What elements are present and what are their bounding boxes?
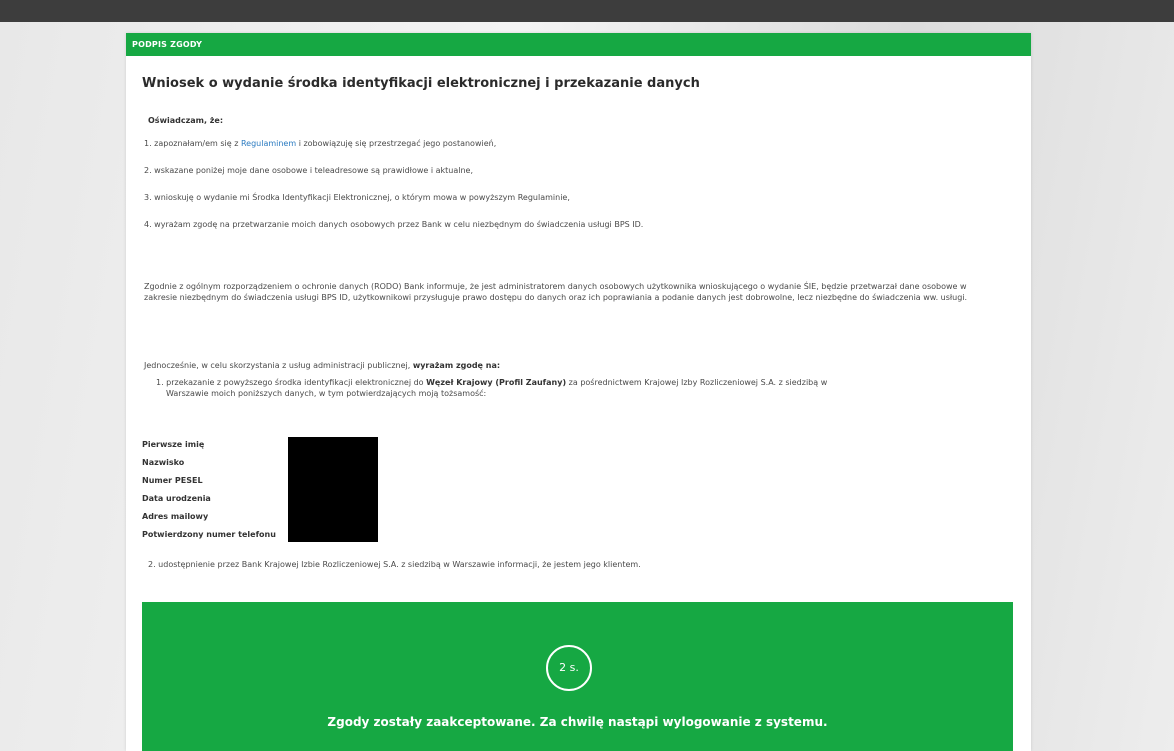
consent-intro-bold: wyrażam zgodę na: xyxy=(412,361,501,370)
consent-item-1-target: Węzeł Krajowy (Profil Zaufany) xyxy=(426,378,567,387)
consent-item-1: 1. przekazanie z powyższego środka ident… xyxy=(156,377,827,388)
field-label-surname: Nazwisko xyxy=(142,458,185,467)
consent-item-1-suffix: za pośrednictwem Krajowej Izby Rozliczen… xyxy=(566,378,828,387)
field-label-pesel: Numer PESEL xyxy=(142,476,203,485)
declaration-item-3: 3. wnioskuję o wydanie mi Środka Identyf… xyxy=(144,193,570,202)
declaration-item-1: 1. zapoznałam/em się z Regulaminem i zob… xyxy=(144,138,496,149)
consent-item-1-line-2: Warszawie moich poniższych danych, w tym… xyxy=(166,389,487,398)
field-label-first-name: Pierwsze imię xyxy=(142,440,205,449)
declaration-item-2: 2. wskazane poniżej moje dane osobowe i … xyxy=(144,166,474,175)
browser-top-bar xyxy=(0,0,1174,22)
declaration-heading: Oświadczam, że: xyxy=(148,116,224,125)
regulamin-link[interactable]: Regulaminem xyxy=(241,139,296,148)
success-banner: 2 s. Zgody zostały zaakceptowane. Za chw… xyxy=(142,602,1013,751)
consent-item-2: 2. udostępnienie przez Bank Krajowej Izb… xyxy=(148,560,641,569)
consent-intro: Jednocześnie, w celu skorzystania z usłu… xyxy=(144,360,500,371)
panel-header: PODPIS ZGODY xyxy=(126,33,1031,56)
consent-panel: PODPIS ZGODY Wniosek o wydanie środka id… xyxy=(126,33,1031,751)
declaration-item-1-prefix: 1. zapoznałam/em się z xyxy=(144,139,241,148)
declaration-item-1-suffix: i zobowiązuję się przestrzegać jego post… xyxy=(296,139,497,148)
field-label-phone: Potwierdzony numer telefonu xyxy=(142,530,276,539)
redacted-personal-data xyxy=(288,437,378,542)
field-label-email: Adres mailowy xyxy=(142,512,209,521)
rodo-notice: Zgodnie z ogólnym rozporządzeniem o ochr… xyxy=(144,282,968,302)
success-message: Zgody zostały zaakceptowane. Za chwilę n… xyxy=(327,715,828,729)
consent-intro-text: Jednocześnie, w celu skorzystania z usłu… xyxy=(144,361,413,370)
declaration-item-4: 4. wyrażam zgodę na przetwarzanie moich … xyxy=(144,220,644,229)
consent-item-1-prefix: 1. przekazanie z powyższego środka ident… xyxy=(156,378,427,387)
field-label-birth-date: Data urodzenia xyxy=(142,494,211,503)
countdown-timer: 2 s. xyxy=(546,645,592,691)
page-title: Wniosek o wydanie środka identyfikacji e… xyxy=(142,76,700,91)
